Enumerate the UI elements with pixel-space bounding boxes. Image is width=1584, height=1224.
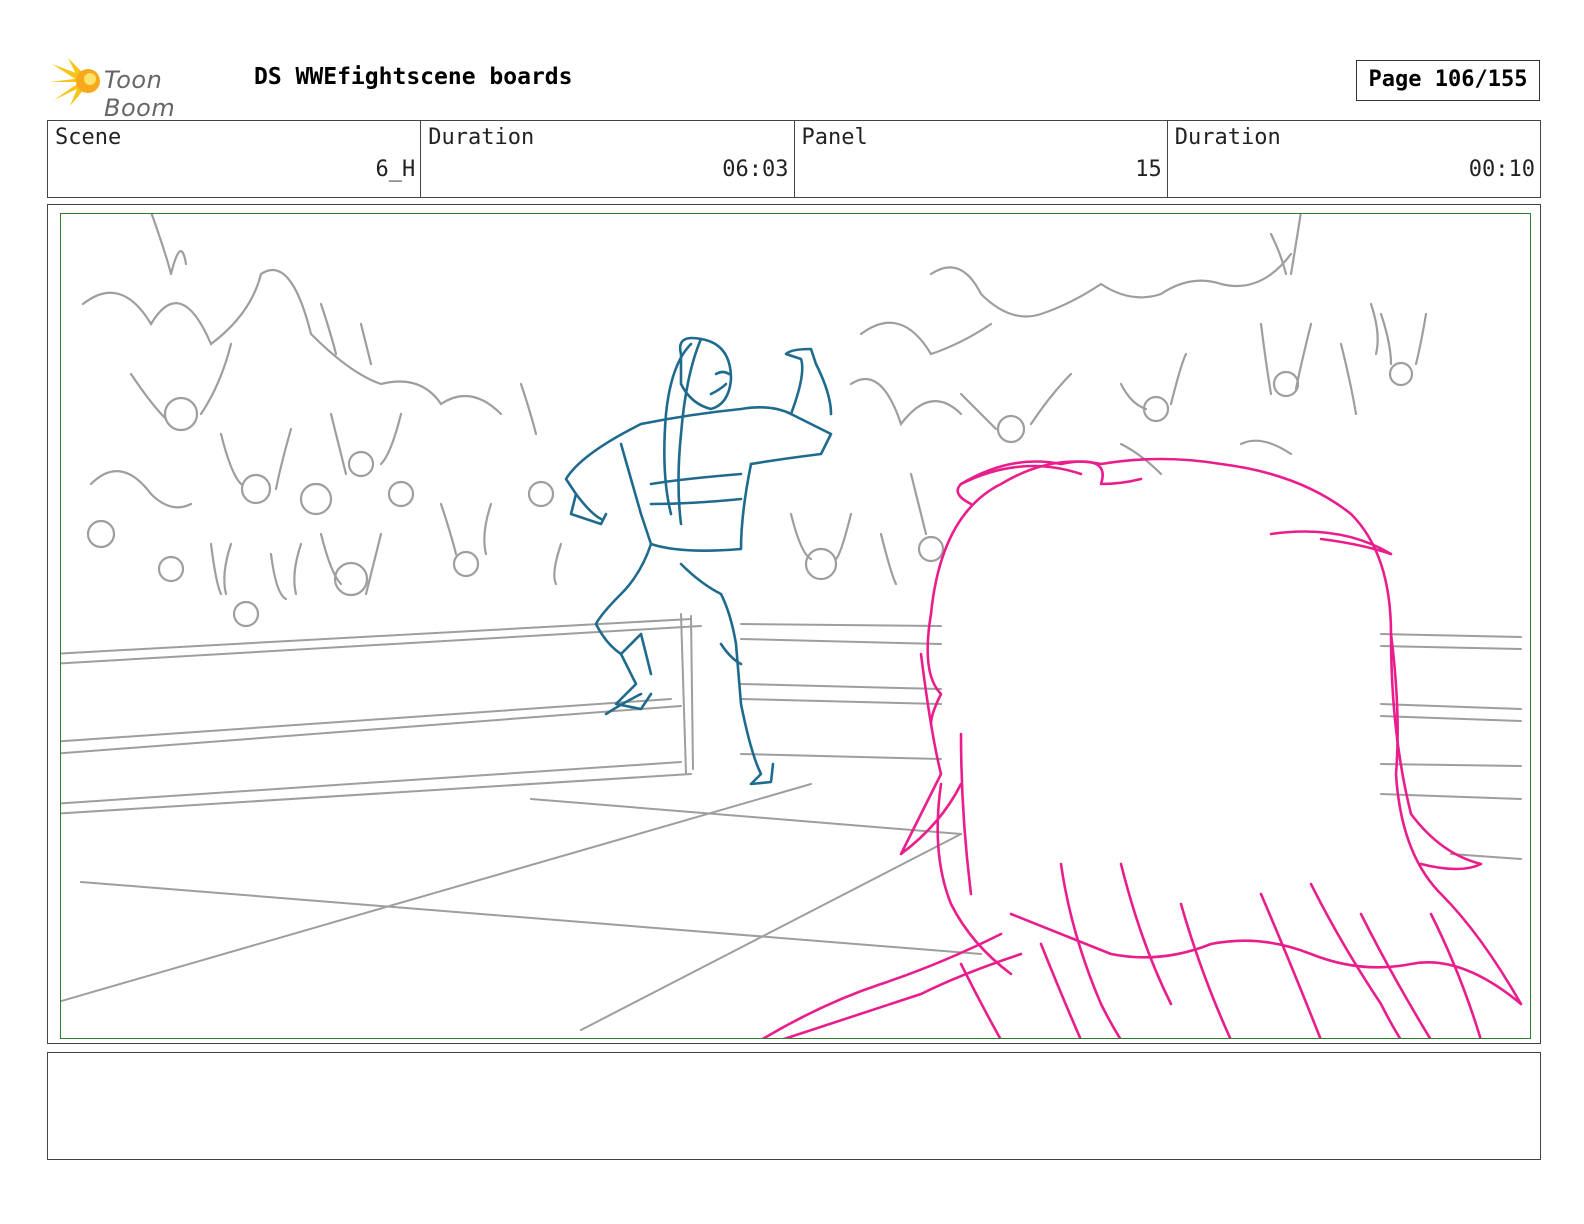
- scene-cell: Scene 6_H: [48, 121, 422, 197]
- panel-duration-label: Duration: [1174, 125, 1281, 150]
- storyboard-panel: [47, 204, 1541, 1044]
- panel-drawing-area: [60, 213, 1531, 1039]
- crowd-sketch: [81, 214, 1428, 628]
- scene-duration-cell: Duration 06:03: [421, 121, 795, 197]
- panel-duration-value: 00:10: [1468, 157, 1535, 182]
- scene-duration-label: Duration: [428, 125, 535, 150]
- panel-value: 15: [1135, 157, 1162, 182]
- panel-sketch: [61, 214, 1523, 1038]
- panel-info-table: Scene 6_H Duration 06:03 Panel 15 Durati…: [47, 120, 1541, 198]
- foreground-character-sketch: [761, 457, 1523, 1038]
- page-indicator: Page 106/155: [1356, 60, 1540, 101]
- panel-label: Panel: [801, 125, 868, 150]
- document-title: DS WWEfightscene boards: [254, 64, 573, 90]
- wrestler-sketch: [564, 336, 833, 786]
- toon-boom-logo: Toon Boom: [50, 56, 240, 122]
- scene-duration-value: 06:03: [722, 157, 789, 182]
- ring-sketch: [61, 613, 1522, 1031]
- panel-notes-box: [47, 1052, 1541, 1160]
- scene-label: Scene: [55, 125, 122, 150]
- panel-cell: Panel 15: [795, 121, 1168, 197]
- scene-value: 6_H: [375, 157, 416, 182]
- starburst-icon: [50, 58, 100, 106]
- panel-duration-cell: Duration 00:10: [1168, 121, 1540, 197]
- logo-text: Toon Boom: [104, 66, 176, 122]
